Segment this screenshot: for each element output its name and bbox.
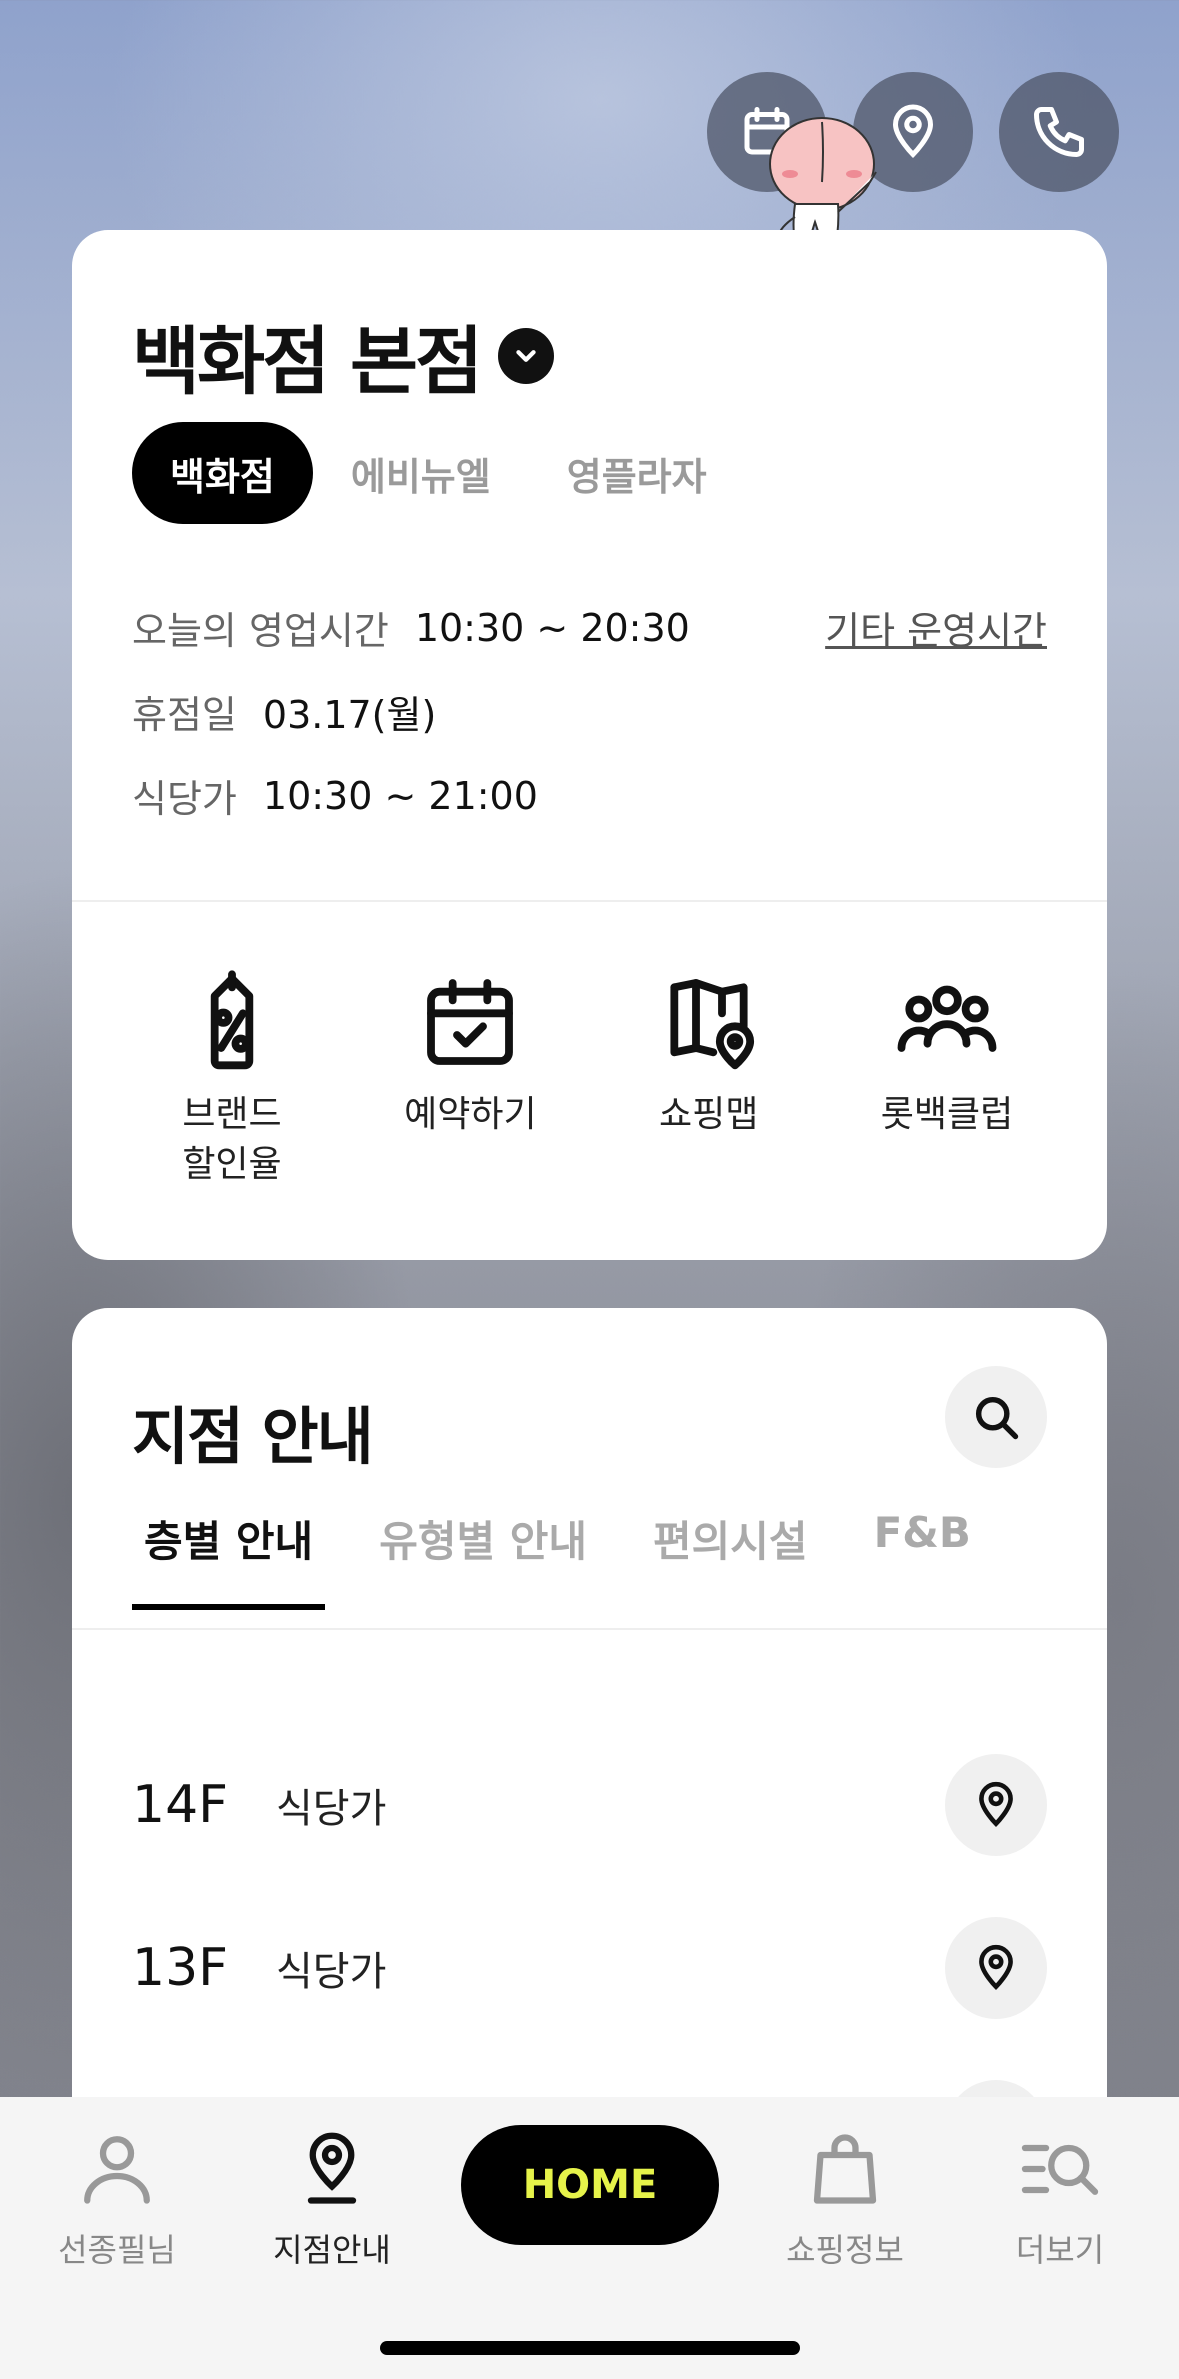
dining-hours-label: 식당가: [132, 777, 237, 821]
phone-icon: [1034, 107, 1084, 157]
today-hours-label: 오늘의 영업시간: [132, 609, 389, 653]
tab-floor-guide[interactable]: 층별 안내: [132, 1508, 326, 1610]
nav-my-page[interactable]: 선종필님: [17, 2127, 217, 2271]
quick-brand-discount[interactable]: 브랜드 할인율: [132, 970, 332, 1190]
tab-young-plaza[interactable]: 영플라자: [529, 422, 745, 524]
bottom-nav: 선종필님 지점안내 HOME 쇼핑정보 더보기: [0, 2097, 1179, 2379]
discount-tag-icon: [210, 970, 254, 1070]
location-pin-icon: [979, 1781, 1013, 1827]
floor-name: 식당가: [276, 1786, 387, 1832]
tab-department-store[interactable]: 백화점: [132, 422, 313, 524]
dining-hours-row: 식당가 10:30 ~ 21:00: [132, 768, 538, 823]
floor-location-button[interactable]: [945, 1917, 1047, 2019]
dining-hours-value: 10:30 ~ 21:00: [262, 773, 538, 818]
phone-button[interactable]: [999, 72, 1119, 192]
quick-reservation[interactable]: 예약하기: [370, 970, 570, 1190]
more-search-icon: [1021, 2144, 1099, 2195]
home-button[interactable]: HOME: [461, 2125, 719, 2245]
today-hours-value: 10:30 ~ 20:30: [414, 605, 690, 650]
divider: [72, 900, 1107, 902]
today-hours-row: 오늘의 영업시간 10:30 ~ 20:30: [132, 600, 690, 655]
nav-branch-guide[interactable]: 지점안내: [232, 2127, 432, 2271]
quick-menu: 브랜드 할인율 예약하기 쇼핑맵 롯백클럽: [132, 970, 1047, 1190]
divider: [72, 1628, 1107, 1630]
closed-day-value: 03.17(월): [262, 693, 437, 737]
location-pin-icon: [979, 1944, 1013, 1990]
nav-more[interactable]: 더보기: [960, 2127, 1160, 2271]
chevron-down-icon[interactable]: [498, 327, 555, 384]
floor-number: 13F: [132, 1938, 229, 1998]
store-selector[interactable]: 백화점 본점: [132, 302, 555, 409]
group-icon: [897, 985, 997, 1052]
branch-tabs: 층별 안내 유형별 안내 편의시설 F&B: [132, 1508, 1025, 1610]
person-icon: [84, 2136, 150, 2204]
other-hours-link[interactable]: 기타 운영시간: [825, 600, 1047, 655]
shopping-bag-icon: [813, 2134, 877, 2204]
closed-day-label: 휴점일: [132, 693, 237, 737]
floor-location-button[interactable]: [945, 1754, 1047, 1856]
nav-label: 더보기: [1015, 2231, 1105, 2269]
search-icon: [975, 1396, 1019, 1440]
quick-lotte-club[interactable]: 롯백클럽: [847, 970, 1047, 1190]
quick-shopping-map[interactable]: 쇼핑맵: [609, 970, 809, 1190]
nav-label: 쇼핑정보: [786, 2231, 904, 2269]
tab-avenuel[interactable]: 에비뉴엘: [313, 422, 529, 524]
home-indicator: [380, 2341, 800, 2355]
closed-day-row: 휴점일 03.17(월): [132, 684, 436, 739]
nav-label: 선종필님: [58, 2231, 176, 2269]
tab-fnb[interactable]: F&B: [862, 1508, 983, 1610]
quick-label: 쇼핑맵: [658, 1094, 759, 1135]
floor-row[interactable]: 13F 식당가: [132, 1917, 1047, 2019]
map-pin-icon: [670, 979, 754, 1070]
floor-number: 14F: [132, 1775, 229, 1835]
nav-label: 지점안내: [273, 2231, 391, 2269]
quick-label: 롯백클럽: [880, 1094, 1014, 1135]
quick-label: 브랜드 할인율: [182, 1094, 282, 1185]
store-name: 백화점 본점: [132, 319, 483, 405]
branch-title: 지점 안내: [132, 1400, 374, 1473]
floor-name: 식당가: [276, 1949, 387, 1995]
tab-type-guide[interactable]: 유형별 안내: [367, 1508, 599, 1610]
store-info-card: 백화점 본점 백화점 에비뉴엘 영플라자 오늘의 영업시간 10:30 ~ 20…: [72, 230, 1107, 1260]
store-pin-icon: [307, 2132, 357, 2204]
floor-row[interactable]: 14F 식당가: [132, 1754, 1047, 1856]
store-type-tabs: 백화점 에비뉴엘 영플라자: [132, 422, 745, 524]
calendar-check-icon: [427, 979, 514, 1065]
nav-shopping-info[interactable]: 쇼핑정보: [745, 2127, 945, 2271]
search-button[interactable]: [945, 1366, 1047, 1468]
tab-amenities[interactable]: 편의시설: [641, 1508, 820, 1610]
quick-label: 예약하기: [404, 1094, 537, 1135]
